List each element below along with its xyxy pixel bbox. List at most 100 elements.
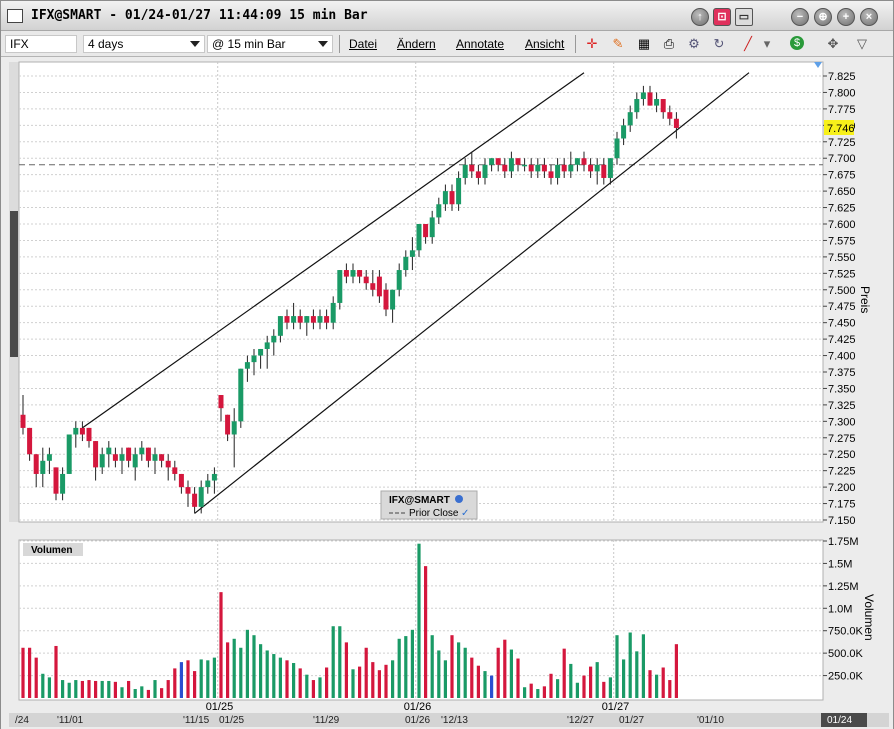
- volume-bar: [391, 660, 395, 698]
- candle-body: [522, 164, 528, 167]
- volume-bar: [358, 666, 362, 698]
- candle-body: [640, 92, 646, 100]
- pencil-icon[interactable]: ✎: [610, 36, 626, 52]
- print-icon[interactable]: ⎙: [661, 36, 677, 52]
- maximize-button[interactable]: +: [837, 8, 855, 26]
- move-icon[interactable]: ✥: [825, 36, 841, 52]
- price-tick-label: 7.500: [828, 285, 856, 297]
- settings-icon[interactable]: ⚙: [686, 36, 702, 52]
- menu-ansicht[interactable]: Ansicht: [525, 37, 564, 51]
- volume-bar: [226, 642, 230, 698]
- volume-bar: [562, 648, 566, 698]
- price-tick-label: 7.175: [828, 499, 856, 511]
- grid-icon[interactable]: ▦: [636, 36, 652, 52]
- price-tick-label: 7.350: [828, 383, 856, 395]
- candle-body: [324, 316, 330, 323]
- volume-bar: [265, 650, 269, 698]
- candle-body: [390, 289, 396, 310]
- candle-body: [20, 414, 26, 428]
- menu-aendern[interactable]: Ändern: [397, 37, 436, 51]
- dropdown-icon[interactable]: ▾: [759, 36, 775, 52]
- volume-bar: [417, 543, 421, 698]
- timeline-label: '11/29: [313, 715, 340, 726]
- volume-bar: [245, 629, 249, 698]
- candle-body: [462, 164, 468, 178]
- volume-bar: [206, 660, 210, 698]
- price-tick-label: 7.225: [828, 466, 856, 478]
- zoom-button[interactable]: ⊕: [814, 8, 832, 26]
- candle-body: [60, 473, 66, 494]
- menu-annotate[interactable]: Annotate: [456, 37, 504, 51]
- price-tick-label: 7.575: [828, 235, 856, 247]
- candle-body: [284, 316, 290, 323]
- candle-body: [429, 217, 435, 238]
- price-tick-label: 7.700: [828, 153, 856, 165]
- legend-title: IFX@SMART: [389, 495, 450, 506]
- cube-icon[interactable]: ⊡: [713, 8, 731, 26]
- volume-bar: [28, 647, 32, 698]
- volume-bar: [113, 681, 117, 698]
- legend-check-icon[interactable]: ✓: [461, 508, 469, 519]
- dollar-icon[interactable]: $: [790, 36, 804, 50]
- candle-body: [515, 158, 521, 165]
- volume-bar: [331, 626, 335, 698]
- duration-value: 4 days: [88, 37, 124, 51]
- volume-bar: [166, 680, 170, 698]
- volume-bar: [470, 657, 474, 698]
- volume-bar: [305, 674, 309, 698]
- price-tick-label: 7.300: [828, 416, 856, 428]
- symbol-input[interactable]: IFX: [5, 35, 77, 53]
- candle-body: [145, 447, 151, 461]
- volume-bar: [252, 635, 256, 698]
- candle-body: [152, 454, 158, 461]
- chevron-down-icon: [190, 41, 200, 47]
- menu-datei[interactable]: Datei: [349, 37, 377, 51]
- volume-bar: [397, 638, 401, 698]
- candle-body: [647, 92, 653, 106]
- price-axis-label: Preis: [858, 286, 872, 313]
- legend-info-icon[interactable]: [455, 495, 463, 503]
- draw-line-icon[interactable]: ╱: [740, 36, 756, 52]
- minimize-button[interactable]: −: [791, 8, 809, 26]
- candle-body: [601, 164, 607, 178]
- link-icon[interactable]: ↑: [691, 8, 709, 26]
- candle-body: [198, 487, 204, 507]
- candle-body: [244, 362, 250, 369]
- scrollbar-thumb[interactable]: [10, 211, 18, 357]
- crosshair-icon[interactable]: ✛: [584, 36, 600, 52]
- volume-bar: [107, 680, 111, 698]
- timeline-label: 01/25: [219, 715, 244, 726]
- candle-body: [271, 335, 277, 343]
- chevron-down-icon: [318, 41, 328, 47]
- volume-bar: [100, 680, 104, 698]
- timeline-label: '11/15: [183, 715, 210, 726]
- refresh-icon[interactable]: ↻: [711, 36, 727, 52]
- duration-select[interactable]: 4 days: [83, 35, 205, 53]
- candle-body: [350, 270, 356, 277]
- price-tick-label: 7.650: [828, 186, 856, 198]
- toolbar: IFX 4 days @ 15 min Bar Datei Ändern Ann…: [1, 31, 893, 57]
- detach-icon[interactable]: ▭: [735, 8, 753, 26]
- volume-bar: [589, 666, 593, 698]
- chart-area[interactable]: 7.8257.8007.7757.7507.7257.7007.6757.650…: [1, 57, 893, 729]
- candle-body: [449, 191, 455, 205]
- candle-body: [27, 427, 33, 455]
- bar-size-select[interactable]: @ 15 min Bar: [207, 35, 333, 53]
- candle-body: [291, 316, 297, 323]
- volume-bar: [193, 671, 197, 698]
- price-tick-label: 7.450: [828, 318, 856, 330]
- filter-icon[interactable]: ▽: [854, 36, 870, 52]
- volume-bar: [542, 686, 546, 698]
- candle-body: [634, 99, 640, 113]
- price-tick-label: 7.325: [828, 400, 856, 412]
- volume-bar: [47, 677, 51, 698]
- candle-body: [126, 447, 132, 461]
- candle-body: [508, 158, 514, 172]
- volume-bar: [516, 658, 520, 698]
- volume-tick-label: 500.0K: [828, 648, 864, 660]
- volume-bar: [437, 650, 441, 698]
- close-button[interactable]: ×: [860, 8, 878, 26]
- candle-body: [225, 414, 231, 435]
- volume-tick-label: 1.25M: [828, 581, 859, 593]
- volume-bar: [160, 688, 164, 698]
